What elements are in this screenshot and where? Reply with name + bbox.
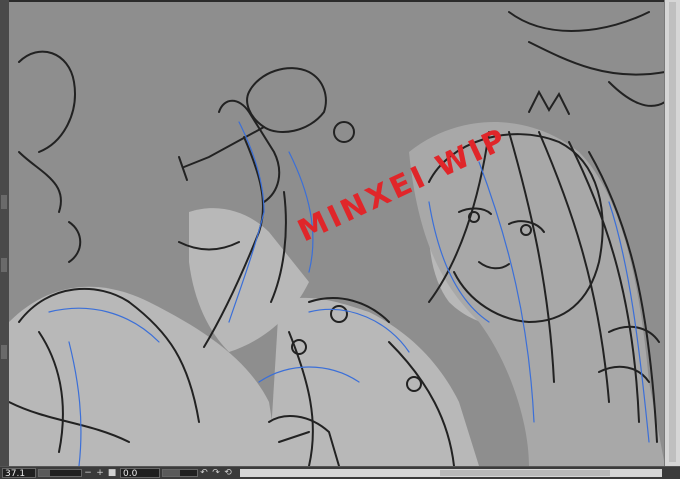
minus-icon[interactable]: −	[82, 468, 94, 478]
fit-icon[interactable]: ■	[106, 468, 118, 478]
toolbar-handle[interactable]	[1, 345, 7, 359]
sketch-artwork: MINXEI WIP	[9, 11, 665, 466]
rotation-slider-fill	[163, 470, 180, 476]
vertical-scrollbar[interactable]	[664, 0, 680, 466]
rotation-slider[interactable]	[162, 469, 198, 477]
zoom-slider-fill	[39, 470, 50, 476]
toolbar-handle[interactable]	[1, 258, 7, 272]
rotation-field[interactable]: 0.0	[120, 468, 160, 479]
zoom-field[interactable]: 37.1	[2, 468, 36, 479]
reset-icon[interactable]: ⟲	[222, 468, 234, 478]
rotate-right-icon[interactable]: ↷	[210, 468, 222, 478]
app-window: MINXEI WIP 37.1 − + ■ 0.0 ↶ ↷ ⟲	[0, 0, 680, 479]
left-toolbar-edge	[0, 0, 9, 466]
toolbar-handle[interactable]	[1, 195, 7, 209]
drawing-canvas[interactable]: MINXEI WIP	[9, 2, 665, 466]
plus-icon[interactable]: +	[94, 468, 106, 478]
horizontal-scrollbar[interactable]	[240, 469, 662, 477]
vertical-scroll-thumb[interactable]	[669, 2, 676, 462]
status-bar: 37.1 − + ■ 0.0 ↶ ↷ ⟲	[0, 466, 680, 479]
horizontal-scroll-thumb[interactable]	[440, 470, 610, 476]
rotate-left-icon[interactable]: ↶	[198, 468, 210, 478]
zoom-slider[interactable]	[38, 469, 82, 477]
